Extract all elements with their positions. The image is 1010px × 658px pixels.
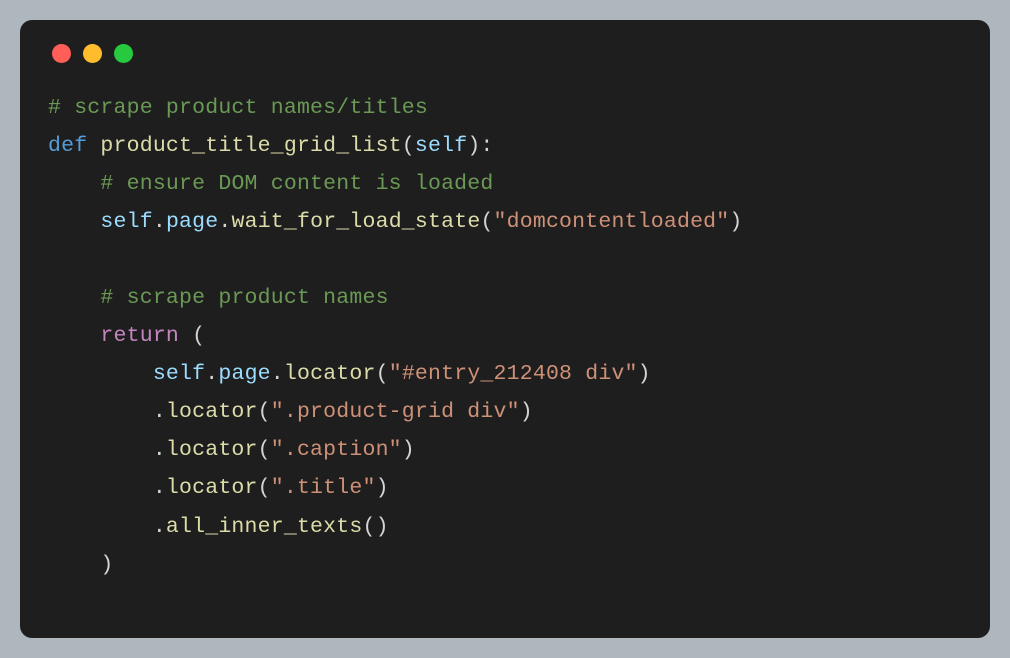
method-all-inner-texts: all_inner_texts [166, 515, 363, 539]
paren-open: ( [480, 210, 493, 234]
dot: . [153, 210, 166, 234]
chain-dot: . [48, 438, 166, 462]
code-editor-window: # scrape product names/titles def produc… [20, 20, 990, 638]
function-name: product_title_grid_list [100, 134, 401, 158]
keyword-return: return [100, 324, 179, 348]
paren-pair: () [362, 515, 388, 539]
paren-open: ( [179, 324, 205, 348]
indent [48, 362, 153, 386]
comment-line: # ensure DOM content is loaded [100, 172, 493, 196]
chain-dot: . [48, 476, 166, 500]
paren-open: ( [258, 476, 271, 500]
chain-dot: . [48, 515, 166, 539]
dot: . [218, 210, 231, 234]
indent [48, 324, 100, 348]
comment-line: # scrape product names/titles [48, 96, 428, 120]
paren-open: ( [376, 362, 389, 386]
code-block[interactable]: # scrape product names/titles def produc… [48, 89, 962, 584]
paren-close: ) [729, 210, 742, 234]
indent [48, 210, 100, 234]
paren-close-colon: ): [467, 134, 493, 158]
close-window-button[interactable] [52, 44, 71, 63]
var-self: self [100, 210, 152, 234]
var-page: page [166, 210, 218, 234]
minimize-window-button[interactable] [83, 44, 102, 63]
comment-line: # scrape product names [100, 286, 388, 310]
var-page: page [218, 362, 270, 386]
window-controls [52, 44, 962, 63]
paren-open: ( [258, 438, 271, 462]
string-literal: ".title" [271, 476, 376, 500]
paren-close: ) [402, 438, 415, 462]
method-locator: locator [284, 362, 376, 386]
method-wait: wait_for_load_state [231, 210, 480, 234]
method-locator: locator [166, 476, 258, 500]
indent [48, 286, 100, 310]
chain-dot: . [48, 400, 166, 424]
paren-close: ) [100, 553, 113, 577]
paren-open: ( [258, 400, 271, 424]
string-literal: "domcontentloaded" [494, 210, 730, 234]
paren-close: ) [376, 476, 389, 500]
method-locator: locator [166, 400, 258, 424]
string-literal: ".product-grid div" [271, 400, 520, 424]
indent [48, 172, 100, 196]
var-self: self [153, 362, 205, 386]
dot: . [205, 362, 218, 386]
string-literal: ".caption" [271, 438, 402, 462]
indent [48, 553, 100, 577]
paren-open: ( [402, 134, 415, 158]
maximize-window-button[interactable] [114, 44, 133, 63]
method-locator: locator [166, 438, 258, 462]
paren-close: ) [638, 362, 651, 386]
string-literal: "#entry_212408 div" [389, 362, 638, 386]
paren-close: ) [520, 400, 533, 424]
param-self: self [415, 134, 467, 158]
keyword-def: def [48, 134, 87, 158]
dot: . [271, 362, 284, 386]
